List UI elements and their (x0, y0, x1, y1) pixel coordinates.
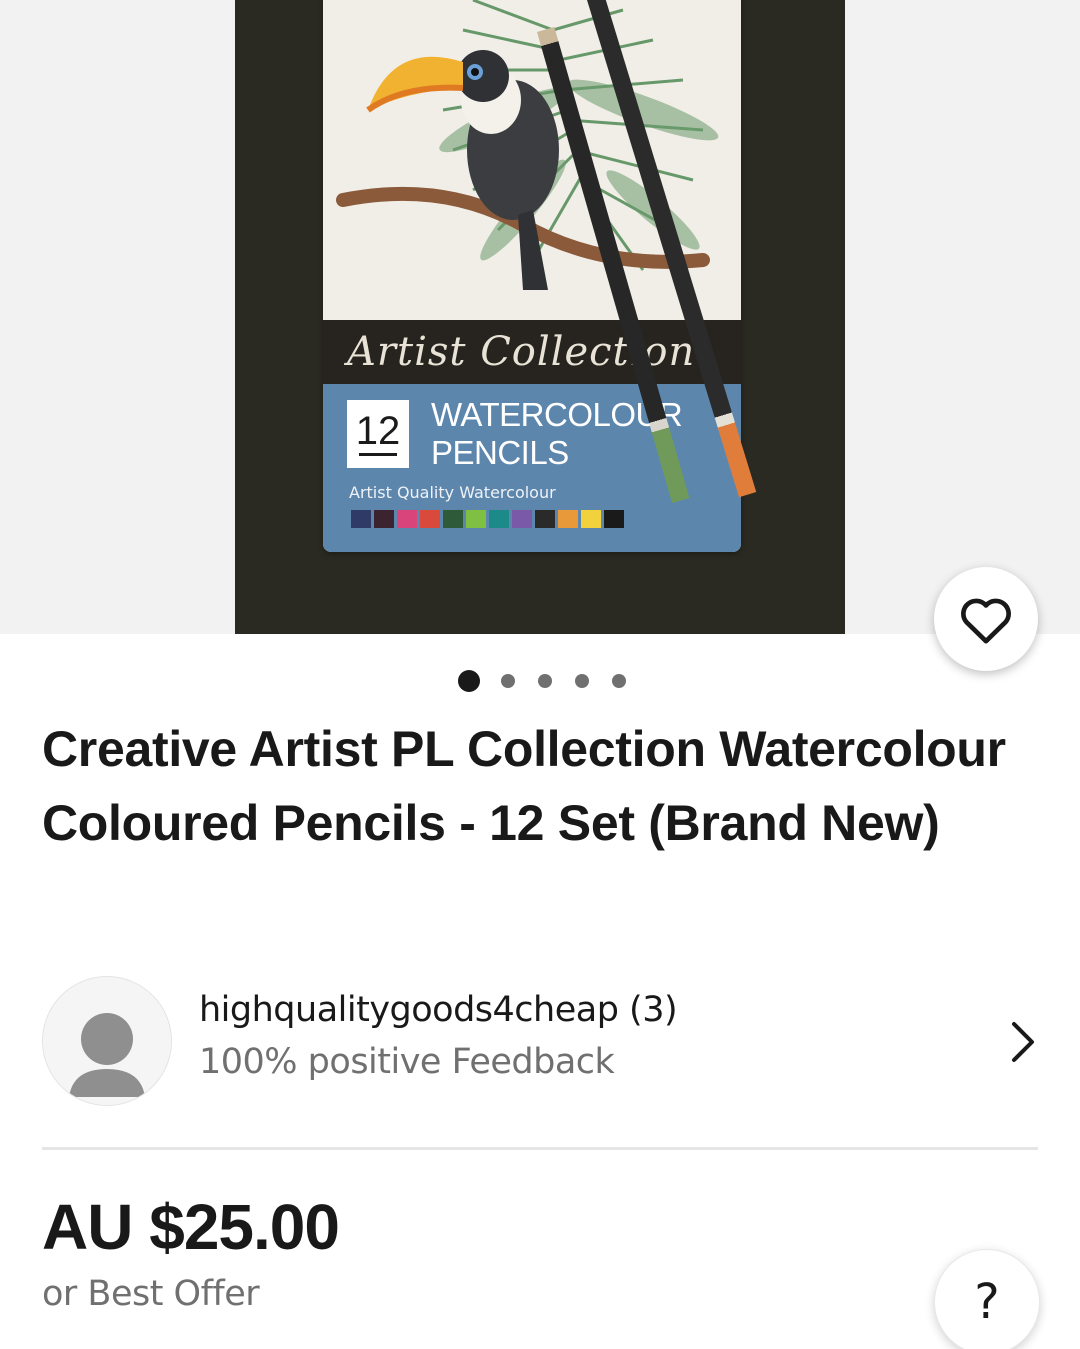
color-swatch (397, 510, 417, 528)
color-swatch (443, 510, 463, 528)
color-swatch (466, 510, 486, 528)
color-swatch (420, 510, 440, 528)
image-gallery[interactable]: Artist Collection 12 WATERCOLOUR PENCILS… (0, 0, 1080, 634)
seller-feedback: 100% positive Feedback (199, 1042, 615, 1082)
carousel-dot[interactable] (501, 674, 515, 688)
color-swatch (489, 510, 509, 528)
carousel-dot[interactable] (575, 674, 589, 688)
watchlist-button[interactable] (934, 567, 1038, 671)
carousel-dot[interactable] (538, 674, 552, 688)
color-swatch (535, 510, 555, 528)
brand-script: Artist Collection (347, 329, 696, 375)
color-swatch (351, 510, 371, 528)
listing-page: Artist Collection 12 WATERCOLOUR PENCILS… (0, 0, 1080, 1349)
heart-outline-icon (961, 598, 1011, 644)
color-swatch (604, 510, 624, 528)
chevron-right-icon[interactable] (1008, 1020, 1038, 1064)
carousel-indicator (458, 670, 649, 692)
avatar (42, 976, 172, 1106)
color-swatch (581, 510, 601, 528)
color-swatch (558, 510, 578, 528)
seller-name: highqualitygoods4cheap (3) (199, 990, 678, 1030)
color-swatches (351, 510, 627, 528)
product-tagline: Artist Quality Watercolour (349, 483, 556, 502)
help-button[interactable]: ? (934, 1249, 1040, 1349)
seller-info-row[interactable]: highqualitygoods4cheap (3) 100% positive… (42, 976, 1038, 1106)
divider (42, 1147, 1038, 1150)
count-box: 12 (347, 400, 409, 468)
best-offer-label: or Best Offer (42, 1274, 260, 1314)
carousel-dot[interactable] (458, 670, 480, 692)
question-mark-icon: ? (974, 1274, 1000, 1330)
carousel-dot[interactable] (612, 674, 626, 688)
product-photo[interactable]: Artist Collection 12 WATERCOLOUR PENCILS… (235, 0, 845, 634)
color-swatch (512, 510, 532, 528)
listing-title: Creative Artist PL Collection Watercolou… (42, 721, 1006, 851)
price: AU $25.00 (42, 1191, 340, 1263)
color-swatch (374, 510, 394, 528)
user-silhouette-icon (43, 977, 171, 1105)
